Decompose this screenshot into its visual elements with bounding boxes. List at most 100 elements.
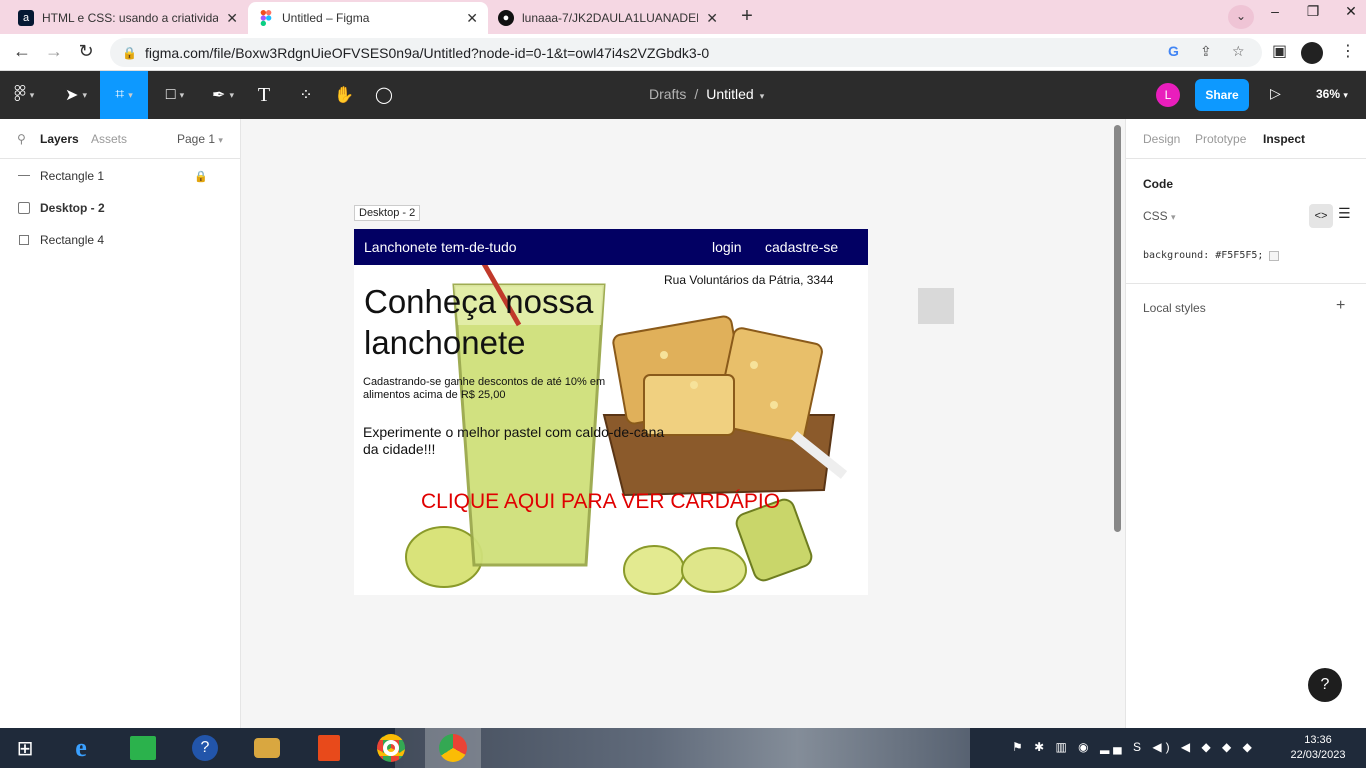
chevron-down-icon: ▾ <box>179 89 185 100</box>
file-name[interactable]: Untitled <box>706 86 753 102</box>
layer-rectangle-1[interactable]: Rectangle 1 🔒 <box>0 160 240 192</box>
chevron-down-icon: ▾ <box>218 135 223 145</box>
chrome-icon[interactable] <box>375 732 407 764</box>
chevron-down-icon[interactable]: ▾ <box>760 91 765 101</box>
breadcrumb-separator: / <box>694 86 699 102</box>
zoom-dropdown[interactable]: 36% ▾ <box>1316 87 1348 101</box>
frame-label[interactable]: Desktop - 2 <box>354 205 421 221</box>
frame-tool-button[interactable]: ⌗ ▾ <box>100 71 148 119</box>
share-button[interactable]: Share <box>1195 79 1249 111</box>
url-field[interactable]: 🔒 figma.com/file/Boxw3RdgnUieOFVSES0n9a/… <box>110 38 1262 67</box>
tab-layers[interactable]: Layers <box>40 132 79 146</box>
lock-icon[interactable]: 🔒 <box>194 170 208 183</box>
browser-tab-strip: a HTML e CSS: usando a criatividade ✕ Un… <box>0 0 1366 34</box>
language-value: CSS <box>1143 209 1168 223</box>
breadcrumb: Drafts / Untitled ▾ <box>649 86 764 102</box>
chrome-active-icon[interactable] <box>437 732 469 764</box>
system-tray-icons[interactable]: ⚑ ✱ ▥ ◉ ▂▄ S ◀) ◀ ◆ ◆ ◆ <box>1012 740 1256 754</box>
page-selector[interactable]: Page 1 ▾ <box>177 132 223 146</box>
shape-tool-button[interactable]: □ ▾ <box>152 71 198 119</box>
browser-tab-figma[interactable]: Untitled – Figma ✕ <box>248 2 488 34</box>
reload-icon[interactable]: ↻ <box>74 41 98 62</box>
main-menu-button[interactable]: ▾ <box>0 71 48 119</box>
code-view-icon[interactable]: <> <box>1309 204 1333 228</box>
tab-search-button[interactable]: ⌄ <box>1228 5 1254 29</box>
hand-tool-button[interactable]: ✋ <box>330 71 358 119</box>
google-icon[interactable]: G <box>1168 43 1179 59</box>
canvas-scrollbar[interactable] <box>1114 125 1121 532</box>
right-panel-tabs: Design Prototype Inspect <box>1126 119 1366 159</box>
frame-icon <box>18 202 30 214</box>
restore-icon[interactable]: ❐ <box>1298 0 1328 30</box>
user-avatar[interactable]: L <box>1156 83 1180 107</box>
site-headline: Conheça nossa lanchonete <box>364 283 594 361</box>
pen-tool-button[interactable]: ✒ ▾ <box>200 71 246 119</box>
site-menu-cta[interactable]: CLIQUE AQUI PARA VER CARDÁPIO <box>421 490 780 514</box>
tab-assets[interactable]: Assets <box>91 132 127 146</box>
frame-icon: ⌗ <box>115 86 125 103</box>
support-app-icon[interactable] <box>251 732 283 764</box>
browser-tab-alura[interactable]: a HTML e CSS: usando a criatividade ✕ <box>8 2 248 34</box>
internet-explorer-icon[interactable]: e <box>65 732 97 764</box>
list-view-icon[interactable]: ☰ <box>1338 205 1351 222</box>
design-canvas[interactable]: Desktop - 2 Lanchonete tem-de-tudo login… <box>241 119 1125 728</box>
language-dropdown[interactable]: CSS ▾ <box>1143 209 1176 223</box>
breadcrumb-drafts[interactable]: Drafts <box>649 86 686 102</box>
css-code-line[interactable]: background: #F5F5F5; <box>1143 250 1280 261</box>
new-tab-button[interactable]: + <box>735 5 759 29</box>
layer-name: Rectangle 1 <box>40 169 105 183</box>
chevron-down-icon: ▾ <box>128 89 133 100</box>
store-icon[interactable] <box>127 732 159 764</box>
desktop-2-frame[interactable]: Lanchonete tem-de-tudo login cadastre-se… <box>354 229 868 595</box>
close-tab-icon[interactable]: ✕ <box>226 10 238 27</box>
clock-date: 22/03/2023 <box>1290 749 1346 761</box>
line-icon <box>18 175 30 176</box>
browser-menu-icon[interactable]: ⋮ <box>1340 41 1356 61</box>
browser-address-bar: ← → ↻ 🔒 figma.com/file/Boxw3RdgnUieOFVSE… <box>0 34 1366 71</box>
browser-profile-avatar[interactable] <box>1301 42 1323 64</box>
resources-button[interactable]: ⁘ <box>292 71 320 119</box>
cursor-icon: ➤ <box>65 87 79 104</box>
present-icon[interactable]: ▷ <box>1270 85 1281 102</box>
tab-title: lunaaa-7/JK2DAULA1LUANADEBRITO <box>522 11 698 25</box>
chevron-down-icon: ▾ <box>1171 212 1176 222</box>
bookmark-star-icon[interactable]: ☆ <box>1232 43 1245 60</box>
inspect-panel: Design Prototype Inspect Code CSS ▾ <> ☰… <box>1125 119 1366 728</box>
tab-prototype[interactable]: Prototype <box>1195 132 1246 146</box>
back-icon[interactable]: ← <box>10 41 34 62</box>
search-icon[interactable]: ⚲ <box>17 132 26 146</box>
share-page-icon[interactable]: ⇪ <box>1200 43 1212 60</box>
add-style-icon[interactable]: + <box>1336 297 1345 315</box>
layers-panel: ⚲ Layers Assets Page 1 ▾ Rectangle 1 🔒 D… <box>0 119 241 728</box>
windows-start-icon[interactable]: ⊞ <box>9 732 41 764</box>
close-tab-icon[interactable]: ✕ <box>466 10 478 27</box>
browser-tab-github[interactable]: ● lunaaa-7/JK2DAULA1LUANADEBRITO ✕ <box>488 2 728 34</box>
text-tool-button[interactable]: T <box>250 71 278 119</box>
forward-icon[interactable]: → <box>42 41 66 62</box>
site-login-link[interactable]: login <box>712 239 742 255</box>
rectangle-4-shape[interactable] <box>918 288 954 324</box>
minimize-icon[interactable]: – <box>1260 0 1290 30</box>
system-clock[interactable]: 13:36 22/03/2023 <box>1288 733 1348 763</box>
help-button[interactable]: ? <box>1308 668 1342 702</box>
github-icon: ● <box>498 10 514 26</box>
move-tool-button[interactable]: ➤ ▾ <box>54 71 98 119</box>
help-app-icon[interactable]: ? <box>189 732 221 764</box>
close-window-icon[interactable]: ✕ <box>1336 0 1366 30</box>
local-styles-heading: Local styles <box>1143 301 1206 315</box>
layer-rectangle-4[interactable]: Rectangle 4 <box>0 224 240 256</box>
side-panel-icon[interactable]: ▣ <box>1272 41 1287 61</box>
close-tab-icon[interactable]: ✕ <box>706 10 718 27</box>
rectangle-icon <box>19 235 29 245</box>
comment-tool-button[interactable]: ◯ <box>370 71 398 119</box>
url-text: figma.com/file/Boxw3RdgnUieOFVSES0n9a/Un… <box>144 44 710 61</box>
tab-design[interactable]: Design <box>1143 132 1180 146</box>
office-icon[interactable] <box>313 732 345 764</box>
site-navbar: Lanchonete tem-de-tudo login cadastre-se <box>354 229 868 265</box>
window-controls: – ❐ ✕ <box>1252 0 1366 30</box>
text-icon: T <box>257 83 271 106</box>
layer-desktop-2[interactable]: Desktop - 2 <box>0 192 240 224</box>
site-signup-link[interactable]: cadastre-se <box>765 239 838 255</box>
tab-inspect[interactable]: Inspect <box>1263 132 1305 146</box>
chevron-down-icon: ▾ <box>229 89 234 100</box>
